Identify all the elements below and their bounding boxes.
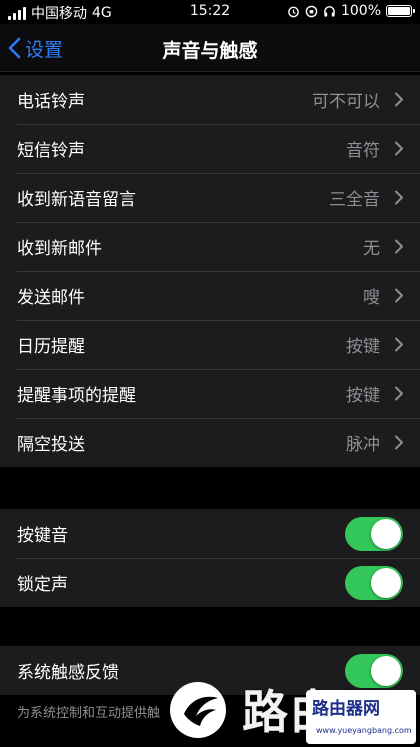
row-label: 日历提醒	[17, 337, 85, 357]
battery-percent: 100%	[340, 3, 381, 19]
row-ringtone[interactable]: 电话铃声 可不可以	[0, 75, 420, 124]
keyboard-lock-group: 按键音 锁定声	[0, 509, 420, 607]
watermark: 路由器 路由器网 www.yueyangbang.com	[160, 672, 420, 747]
chevron-right-icon	[395, 239, 403, 254]
row-label: 锁定声	[17, 575, 68, 595]
row-keyboard-clicks: 按键音	[0, 509, 420, 558]
chevron-right-icon	[395, 92, 403, 107]
headphones-icon	[324, 5, 335, 17]
keyboard-clicks-toggle[interactable]	[345, 517, 403, 551]
row-text-tone[interactable]: 短信铃声 音符	[0, 124, 420, 173]
row-airdrop[interactable]: 隔空投送 脉冲	[0, 418, 420, 467]
watermark-badge-title: 路由器网	[312, 699, 380, 719]
row-value: 脉冲	[346, 435, 380, 455]
alarm-icon	[288, 6, 299, 17]
row-reminder-alerts[interactable]: 提醒事项的提醒 按键	[0, 369, 420, 418]
haptics-footnote: 为系统控制和互动提供触	[17, 706, 161, 721]
navigation-bar: 设置 声音与触感	[0, 24, 420, 72]
row-lock-sound: 锁定声	[0, 558, 420, 607]
row-label: 系统触感反馈	[17, 663, 119, 683]
chevron-right-icon	[395, 337, 403, 352]
chevron-right-icon	[395, 435, 403, 450]
sounds-group: 电话铃声 可不可以 短信铃声 音符 收到新语音留言 三全音 收到新邮件 无 发送…	[0, 75, 420, 467]
watermark-badge: 路由器网 www.yueyangbang.com	[306, 690, 416, 744]
lock-sound-toggle[interactable]	[345, 566, 403, 600]
row-value: 音符	[346, 141, 380, 161]
row-label: 按键音	[17, 526, 68, 546]
status-bar: 中国移动 4G 15:22 100%	[0, 0, 420, 24]
chevron-right-icon	[395, 386, 403, 401]
row-sent-mail[interactable]: 发送邮件 嗖	[0, 271, 420, 320]
row-new-voicemail[interactable]: 收到新语音留言 三全音	[0, 173, 420, 222]
row-new-mail[interactable]: 收到新邮件 无	[0, 222, 420, 271]
chevron-right-icon	[395, 141, 403, 156]
row-value: 无	[363, 239, 380, 259]
row-value: 按键	[346, 386, 380, 406]
row-value: 按键	[346, 337, 380, 357]
watermark-logo-icon	[170, 682, 226, 738]
row-label: 电话铃声	[17, 92, 85, 112]
chevron-right-icon	[395, 288, 403, 303]
row-label: 提醒事项的提醒	[17, 386, 136, 406]
row-calendar-alerts[interactable]: 日历提醒 按键	[0, 320, 420, 369]
orientation-lock-icon	[305, 5, 318, 17]
row-value: 三全音	[329, 190, 380, 210]
watermark-badge-url: www.yueyangbang.com	[316, 726, 412, 735]
row-label: 收到新邮件	[17, 239, 102, 259]
row-label: 收到新语音留言	[17, 190, 136, 210]
status-right: 100%	[287, 3, 415, 19]
row-value: 可不可以	[312, 92, 380, 112]
row-label: 发送邮件	[17, 288, 85, 308]
chevron-right-icon	[395, 190, 403, 205]
battery-icon	[386, 5, 415, 17]
row-label: 短信铃声	[17, 141, 85, 161]
row-label: 隔空投送	[17, 435, 85, 455]
page-title: 声音与触感	[162, 40, 258, 62]
row-value: 嗖	[363, 288, 380, 308]
